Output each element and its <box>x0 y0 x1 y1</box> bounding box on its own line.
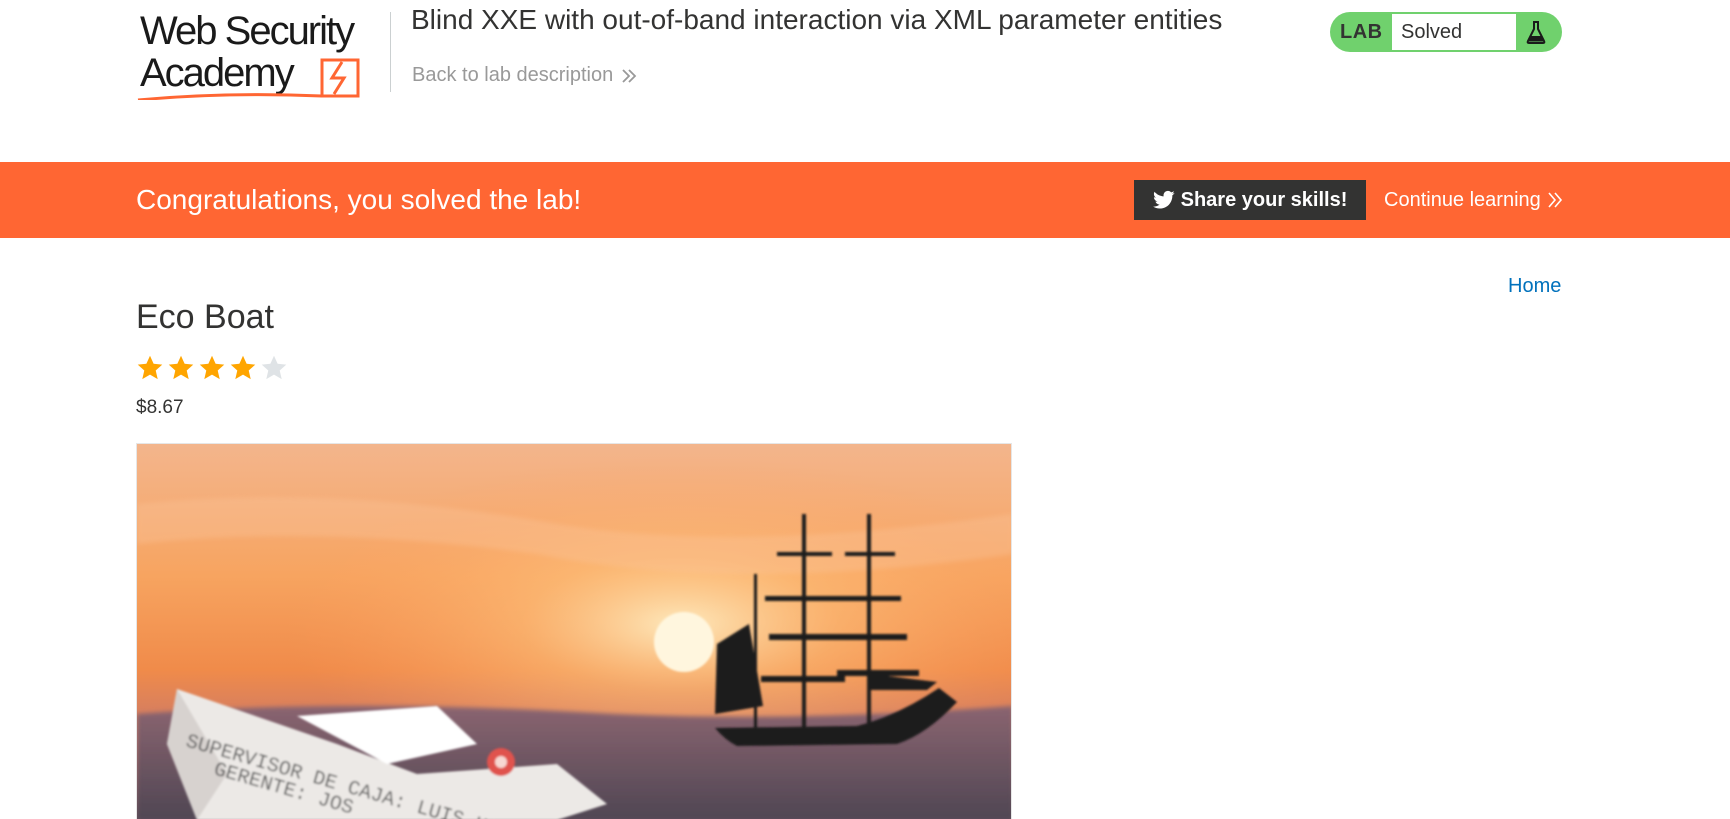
lab-solved-banner: Congratulations, you solved the lab! Sha… <box>0 162 1730 238</box>
lab-badge: LAB <box>1340 21 1383 43</box>
product-title: Eco Boat <box>136 298 274 336</box>
share-your-skills-button[interactable]: Share your skills! <box>1134 180 1366 220</box>
back-to-lab-description-link[interactable]: Back to lab description <box>412 64 637 87</box>
logo-graphic: Web Security Academy <box>137 9 360 102</box>
lab-status-value: Solved <box>1392 14 1516 50</box>
logo-line1: Web Security <box>140 9 355 53</box>
double-chevron-right-icon <box>622 68 637 83</box>
lab-header: Web Security Academy Blind XXE with out-… <box>0 0 1730 162</box>
home-link[interactable]: Home <box>1508 275 1561 298</box>
star-filled-icon <box>137 355 163 380</box>
star-filled-icon <box>199 355 225 380</box>
star-filled-icon <box>230 355 256 380</box>
logo-line2: Academy <box>140 51 295 95</box>
product-photo: SUPERVISOR DE CAJA: LUIS HARO GERENTE: J… <box>137 444 1011 819</box>
product-image: SUPERVISOR DE CAJA: LUIS HARO GERENTE: J… <box>136 443 1012 819</box>
continue-learning-label: Continue learning <box>1384 189 1541 211</box>
product-rating <box>136 354 288 382</box>
star-empty-icon <box>261 355 287 380</box>
share-button-label: Share your skills! <box>1180 188 1348 211</box>
continue-learning-link[interactable]: Continue learning <box>1384 162 1563 238</box>
congratulations-message: Congratulations, you solved the lab! <box>136 184 582 215</box>
star-filled-icon <box>168 355 194 380</box>
web-security-academy-logo[interactable]: Web Security Academy <box>136 8 388 102</box>
flask-icon <box>1526 21 1546 44</box>
lab-status-widget: LAB Solved <box>1330 12 1562 52</box>
lab-title: Blind XXE with out-of-band interaction v… <box>411 4 1223 35</box>
header-divider <box>390 12 391 92</box>
back-link-label: Back to lab description <box>412 64 614 86</box>
product-price: $8.67 <box>136 397 184 418</box>
twitter-icon <box>1152 190 1175 209</box>
double-chevron-right-icon <box>1548 192 1562 208</box>
